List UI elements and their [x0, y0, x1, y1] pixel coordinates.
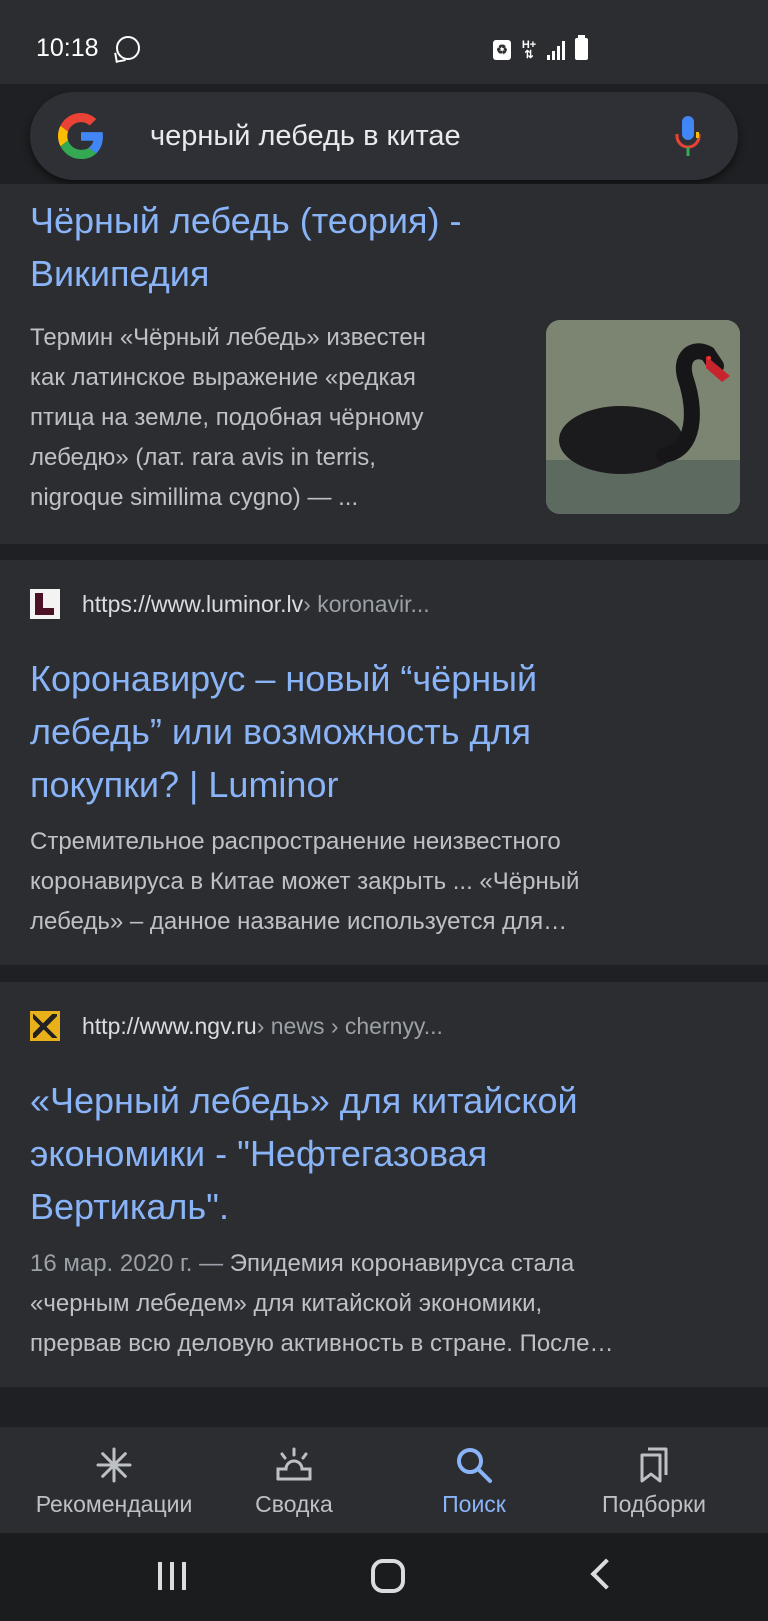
result-thumbnail[interactable]: [546, 320, 740, 514]
result-title[interactable]: «Черный лебедь» для китайской экономики …: [30, 1074, 578, 1233]
result-card-wikipedia[interactable]: Чёрный лебедь (теория) - Википедия Терми…: [0, 184, 768, 544]
result-snippet: Термин «Чёрный лебедь» известен как лати…: [30, 324, 426, 511]
result-title[interactable]: Чёрный лебедь (теория) - Википедия: [30, 194, 461, 300]
nav-recommendations[interactable]: Рекомендации: [14, 1427, 214, 1533]
home-button[interactable]: [371, 1559, 405, 1593]
recents-button[interactable]: [158, 1562, 188, 1592]
battery-icon: [575, 35, 588, 60]
result-source: http://www.ngv.ru › news › chernyy...: [30, 1011, 443, 1041]
google-g-logo: [58, 113, 103, 159]
system-navigation: [0, 1533, 768, 1621]
result-date: 16 мар. 2020 г. —: [30, 1250, 230, 1277]
status-icons: ♻ H+ ⇅: [493, 35, 588, 61]
search-bar[interactable]: черный лебедь в китае: [30, 92, 738, 180]
back-button[interactable]: [590, 1558, 622, 1590]
asterisk-icon: [96, 1447, 132, 1483]
status-time: 10:18: [36, 34, 99, 62]
result-snippet: 16 мар. 2020 г. — Эпидемия коронавируса …: [30, 1250, 614, 1357]
whatsapp-icon: [116, 36, 140, 60]
result-card-luminor[interactable]: https://www.luminor.lv › koronavir... Ко…: [0, 560, 768, 965]
nav-search[interactable]: Поиск: [394, 1427, 554, 1533]
search-icon: [457, 1448, 492, 1483]
signal-icon: [547, 40, 565, 60]
sunrise-icon: [276, 1447, 312, 1481]
nav-collections[interactable]: Подборки: [574, 1427, 734, 1533]
recycle-icon: ♻: [493, 40, 511, 60]
luminor-favicon-icon: [30, 589, 60, 619]
data-arrows-icon: H+ ⇅: [521, 39, 537, 61]
search-input[interactable]: черный лебедь в китае: [150, 120, 461, 153]
nav-summary[interactable]: Сводка: [214, 1427, 374, 1533]
ngv-favicon-icon: [30, 1011, 60, 1041]
microphone-icon[interactable]: [672, 114, 704, 158]
result-snippet: Стремительное распространение неизвестно…: [30, 828, 580, 935]
bottom-navigation: Рекомендации Сводка Поиск Подборки: [0, 1427, 768, 1533]
result-source: https://www.luminor.lv › koronavir...: [30, 589, 430, 619]
status-bar: 10:18 ♻ H+ ⇅: [0, 0, 768, 84]
result-card-ngv[interactable]: http://www.ngv.ru › news › chernyy... «Ч…: [0, 982, 768, 1387]
result-title[interactable]: Коронавирус – новый “чёрный лебедь” или …: [30, 652, 537, 811]
bookmarks-icon: [640, 1447, 668, 1483]
